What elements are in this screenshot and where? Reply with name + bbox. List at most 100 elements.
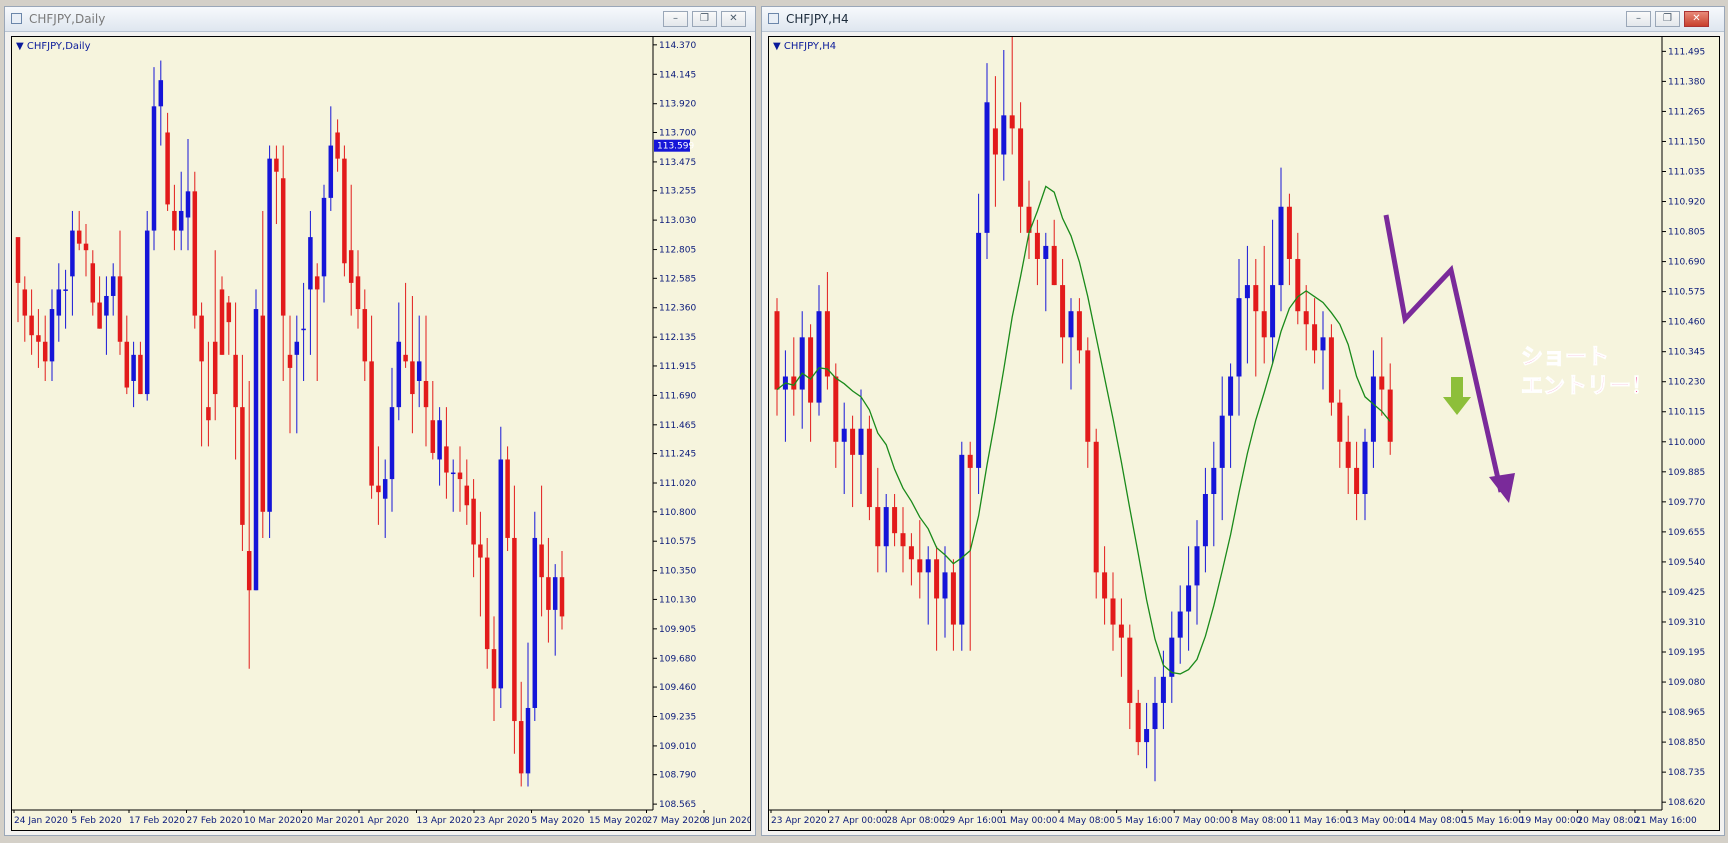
chart-area[interactable]: 111.495 111.380 111.265 111.150 111.035 110.9…	[768, 23, 1720, 831]
title-bar[interactable]: CHFJPY,H4 – ❐ ✕	[762, 7, 1724, 32]
candle-bear	[518, 721, 524, 774]
chart-window-h4[interactable]: CHFJPY,H4 – ❐ ✕ 111.495 111.380 111.265 111…	[761, 6, 1725, 836]
candle-bear	[478, 544, 483, 558]
candle-bear	[355, 276, 361, 310]
price-tick-label: 109.905	[659, 625, 696, 635]
chart-window-icon	[768, 13, 779, 24]
candle-bear	[1051, 245, 1057, 286]
trend-arrow-head	[1489, 473, 1515, 503]
candle-bull	[1144, 729, 1150, 743]
candle-bull	[110, 276, 116, 296]
candle-bear	[376, 485, 381, 493]
price-tick-label: 114.370	[659, 41, 696, 51]
title-bar[interactable]: CHFJPY,Daily – ❐ ✕	[5, 7, 755, 32]
price-tick-label: 110.350	[659, 567, 696, 577]
candle-bear	[274, 158, 279, 172]
candle-bull	[1219, 415, 1225, 468]
candle-bear	[287, 354, 293, 368]
candle-bear	[260, 315, 266, 512]
time-tick-label: 1 Apr 2020	[359, 816, 409, 826]
candle-bear	[172, 210, 177, 231]
time-tick-label: 24 Jan 2020	[14, 816, 68, 826]
candle-bear	[908, 546, 914, 560]
candle-bull	[178, 210, 184, 231]
minimize-button[interactable]: –	[1626, 11, 1651, 27]
candle-bear	[314, 276, 320, 290]
candle-bear	[138, 354, 143, 395]
price-tick-label: 110.575	[659, 537, 696, 547]
candle-bull	[525, 707, 531, 774]
candle-bull	[1370, 376, 1376, 442]
minimize-button[interactable]: –	[663, 11, 688, 27]
candle-bull	[70, 230, 75, 277]
candle-bear	[165, 132, 170, 205]
price-tick-label: 111.690	[659, 391, 696, 401]
restore-button[interactable]: ❐	[692, 11, 717, 27]
candlestick-chart[interactable]: 111.495 111.380 111.265 111.150 111.035 110.9…	[769, 23, 1719, 830]
candle-bear	[369, 361, 374, 486]
candle-bear	[1060, 285, 1066, 338]
chart-window-daily[interactable]: CHFJPY,Daily – ❐ ✕ 114.370 114.145 113.920…	[4, 6, 756, 836]
trend-arrow-line	[1383, 214, 1504, 493]
candle-bull	[56, 289, 62, 316]
candle-bear	[117, 276, 123, 342]
chart-symbol-label: ▼ CHFJPY,H4	[773, 41, 836, 52]
candle-bull	[959, 454, 965, 625]
price-tick-label: 110.115	[1668, 408, 1705, 418]
price-tick-label: 109.425	[1668, 588, 1705, 598]
candle-bear	[199, 315, 204, 362]
candle-bull	[1211, 467, 1217, 495]
price-tick-label: 111.495	[1668, 47, 1705, 57]
candle-bear	[471, 498, 476, 545]
candle-bear	[850, 428, 856, 455]
candle-bear	[866, 428, 872, 508]
restore-button[interactable]: ❐	[1655, 11, 1680, 27]
candle-bear	[950, 572, 956, 625]
candle-bear	[1076, 311, 1082, 351]
price-tick-label: 111.265	[1668, 107, 1705, 117]
candle-bear	[484, 557, 490, 650]
time-tick-label: 11 May 16:00	[1289, 816, 1351, 826]
time-tick-label: 23 Apr 2020	[771, 816, 827, 826]
candle-bull	[1186, 585, 1192, 612]
candle-bear	[934, 559, 940, 599]
price-tick-label: 112.585	[659, 274, 696, 284]
price-tick-label: 108.790	[659, 771, 696, 781]
short-entry-label-line2: エントリー！	[1521, 374, 1653, 399]
candle-bear	[36, 335, 41, 342]
dropdown-triangle-icon[interactable]: ▼	[16, 41, 24, 52]
candle-bear	[546, 577, 551, 610]
candle-bear	[76, 230, 82, 244]
price-tick-label: 110.000	[1668, 438, 1705, 448]
candle-bull	[1270, 285, 1276, 338]
price-tick-label: 111.380	[1668, 77, 1705, 87]
candle-bull	[1362, 441, 1368, 495]
dropdown-triangle-icon[interactable]: ▼	[773, 41, 781, 52]
candle-bull	[253, 309, 259, 591]
candle-bear	[1379, 376, 1385, 390]
close-button[interactable]: ✕	[1684, 11, 1709, 27]
candle-bull	[816, 311, 822, 403]
candle-bull	[1152, 702, 1158, 730]
candle-bear	[246, 551, 252, 591]
candle-bear	[808, 337, 814, 403]
candlestick-chart[interactable]: 114.370 114.145 113.920 113.700 113.475 113.2…	[12, 37, 753, 830]
price-tick-label: 111.915	[659, 362, 696, 372]
candle-bear	[1286, 206, 1292, 259]
price-tick-label: 109.010	[659, 742, 696, 752]
candle-bear	[29, 315, 34, 336]
chart-area[interactable]: 114.370 114.145 113.920 113.700 113.475 113.2…	[11, 36, 753, 831]
price-tick-label: 108.565	[659, 800, 696, 810]
candle-bull	[49, 309, 55, 362]
candle-bear	[892, 507, 898, 534]
price-tick-label: 110.690	[1668, 258, 1705, 268]
candle-bull	[1236, 298, 1242, 377]
candle-bear	[967, 454, 973, 468]
candle-bear	[342, 158, 347, 264]
time-tick-label: 13 May 00:00	[1347, 816, 1409, 826]
close-button[interactable]: ✕	[721, 11, 746, 27]
candle-bear	[206, 407, 211, 421]
candle-bull	[131, 354, 136, 381]
candle-bear	[1261, 311, 1267, 338]
candle-bear	[430, 420, 436, 453]
